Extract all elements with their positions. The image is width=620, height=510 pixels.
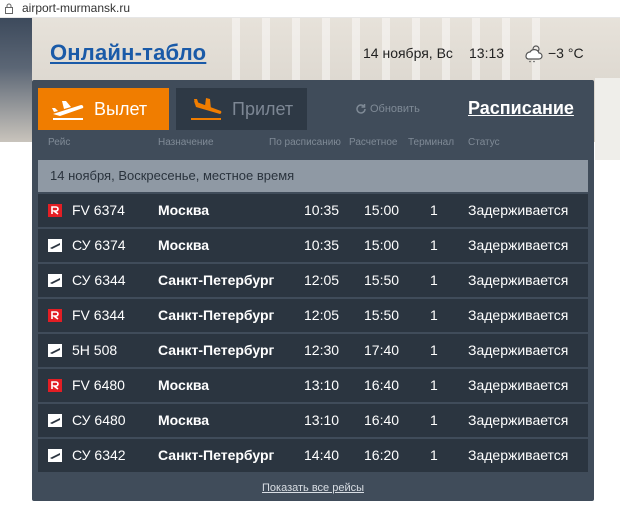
flight-destination: Санкт-Петербург <box>158 447 275 463</box>
column-header-scheduled: По расписанию <box>269 137 341 148</box>
flight-terminal: 1 <box>430 342 438 358</box>
airline-logo-icon <box>48 274 62 287</box>
flight-terminal: 1 <box>430 377 438 393</box>
flight-status: Задерживается <box>468 237 569 253</box>
show-all-flights-link[interactable]: Показать все рейсы <box>32 482 594 494</box>
rossiya-airline-logo-icon <box>48 309 62 322</box>
plane-takeoff-icon <box>52 101 84 120</box>
flight-scheduled-time: 13:10 <box>304 412 340 428</box>
table-row[interactable]: СУ 6374 Москва 10:35 15:00 1 Задерживает… <box>38 229 588 262</box>
flight-number: 5Н 508 <box>72 342 118 358</box>
flight-terminal: 1 <box>430 307 438 323</box>
flight-number: СУ 6480 <box>72 412 126 428</box>
flight-destination: Москва <box>158 202 210 218</box>
refresh-button[interactable]: Обновить <box>355 103 420 115</box>
flight-destination: Санкт-Петербург <box>158 307 275 323</box>
plane-landing-icon <box>191 98 222 120</box>
flight-terminal: 1 <box>430 272 438 288</box>
flight-estimated-time: 16:40 <box>364 377 400 393</box>
flight-terminal: 1 <box>430 237 438 253</box>
page-title-link[interactable]: Онлайн-табло <box>50 40 206 66</box>
flight-number: FV 6374 <box>72 202 125 218</box>
flight-destination: Москва <box>158 377 210 393</box>
flight-number: СУ 6374 <box>72 237 126 253</box>
flight-status: Задерживается <box>468 202 569 218</box>
day-header-row: 14 ноября, Воскресенье, местное время <box>38 160 588 192</box>
tab-arrival-label: Прилет <box>232 98 294 119</box>
column-header-destination: Назначение <box>158 137 214 148</box>
flight-terminal: 1 <box>430 447 438 463</box>
url-text: airport-murmansk.ru <box>22 1 131 15</box>
rossiya-airline-logo-icon <box>48 379 62 392</box>
table-row[interactable]: FV 6344 Санкт-Петербург 12:05 15:50 1 За… <box>38 299 588 332</box>
airline-logo-icon <box>48 344 62 357</box>
current-time: 13:13 <box>469 45 505 61</box>
flight-board: Вылет Прилет Обновить Расписание Рейс На… <box>32 80 594 501</box>
flight-estimated-time: 15:00 <box>364 237 400 253</box>
flight-estimated-time: 17:40 <box>364 342 400 358</box>
flight-list: FV 6374 Москва 10:35 15:00 1 Задерживает… <box>38 194 588 474</box>
column-header-flight: Рейс <box>48 137 71 148</box>
rossiya-airline-logo-icon <box>48 204 62 217</box>
flight-estimated-time: 15:50 <box>364 307 400 323</box>
table-row[interactable]: FV 6374 Москва 10:35 15:00 1 Задерживает… <box>38 194 588 227</box>
tab-arrival[interactable]: Прилет <box>176 88 307 130</box>
flight-number: СУ 6342 <box>72 447 126 463</box>
flight-destination: Москва <box>158 237 210 253</box>
airline-logo-icon <box>48 449 62 462</box>
refresh-label: Обновить <box>370 103 420 115</box>
flight-number: FV 6480 <box>72 377 125 393</box>
flight-scheduled-time: 12:05 <box>304 307 340 323</box>
flight-scheduled-time: 12:05 <box>304 272 340 288</box>
banner-photo-right <box>595 78 620 160</box>
refresh-icon <box>356 104 366 114</box>
airline-logo-icon <box>48 414 62 427</box>
flight-status: Задерживается <box>468 307 569 323</box>
column-header-estimated: Расчетное <box>349 137 398 148</box>
browser-address-bar[interactable]: airport-murmansk.ru <box>0 0 620 18</box>
flight-destination: Санкт-Петербург <box>158 272 275 288</box>
tab-departure[interactable]: Вылет <box>38 88 169 130</box>
flight-destination: Санкт-Петербург <box>158 342 275 358</box>
airline-logo-icon <box>48 239 62 252</box>
flight-scheduled-time: 14:40 <box>304 447 340 463</box>
flight-estimated-time: 15:00 <box>364 202 400 218</box>
tab-departure-label: Вылет <box>94 98 148 119</box>
cloud-sun-snow-icon <box>525 45 543 63</box>
table-row[interactable]: СУ 6344 Санкт-Петербург 12:05 15:50 1 За… <box>38 264 588 297</box>
flight-number: СУ 6344 <box>72 272 126 288</box>
current-date: 14 ноября, Вс <box>363 45 453 61</box>
flight-scheduled-time: 12:30 <box>304 342 340 358</box>
flight-status: Задерживается <box>468 272 569 288</box>
flight-terminal: 1 <box>430 202 438 218</box>
flight-estimated-time: 16:20 <box>364 447 400 463</box>
flight-status: Задерживается <box>468 447 569 463</box>
column-header-terminal: Терминал <box>408 137 455 148</box>
flight-status: Задерживается <box>468 342 569 358</box>
flight-estimated-time: 15:50 <box>364 272 400 288</box>
table-row[interactable]: СУ 6342 Санкт-Петербург 14:40 16:20 1 За… <box>38 439 588 472</box>
column-header-status: Статус <box>468 137 500 148</box>
table-row[interactable]: СУ 6480 Москва 13:10 16:40 1 Задерживает… <box>38 404 588 437</box>
flight-scheduled-time: 10:35 <box>304 202 340 218</box>
lock-icon <box>5 3 13 14</box>
flight-status: Задерживается <box>468 377 569 393</box>
flight-destination: Москва <box>158 412 210 428</box>
flight-status: Задерживается <box>468 412 569 428</box>
schedule-link[interactable]: Расписание <box>468 98 574 119</box>
banner-photo-left <box>0 18 32 142</box>
table-row[interactable]: FV 6480 Москва 13:10 16:40 1 Задерживает… <box>38 369 588 402</box>
flight-scheduled-time: 10:35 <box>304 237 340 253</box>
flight-terminal: 1 <box>430 412 438 428</box>
flight-scheduled-time: 13:10 <box>304 377 340 393</box>
table-row[interactable]: 5Н 508 Санкт-Петербург 12:30 17:40 1 Зад… <box>38 334 588 367</box>
flight-estimated-time: 16:40 <box>364 412 400 428</box>
flight-number: FV 6344 <box>72 307 125 323</box>
temperature: −3 °C <box>548 45 584 61</box>
